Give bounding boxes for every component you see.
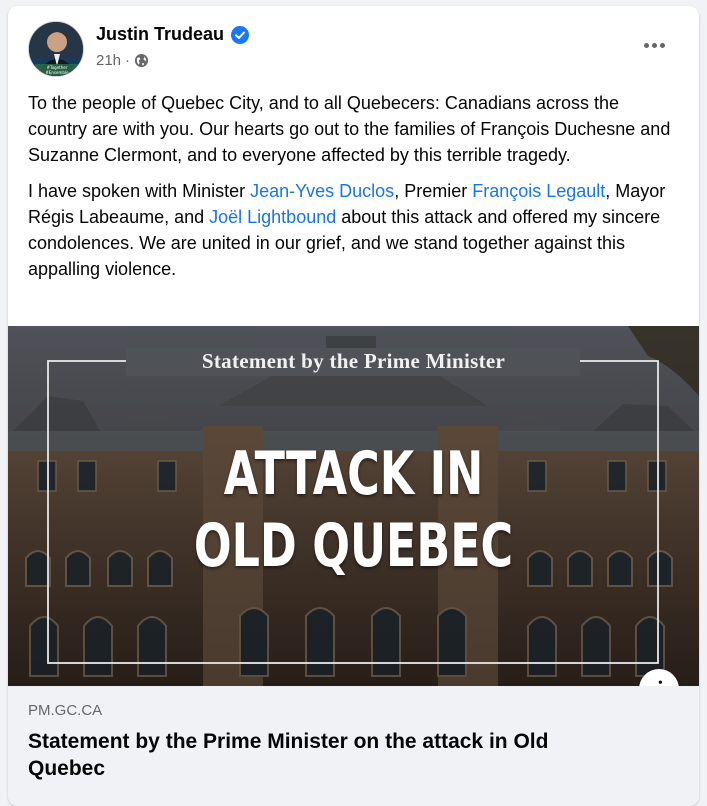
headline-line-1: ATTACK IN — [223, 439, 484, 509]
post-card: #Together #Ensemble Justin Trudeau 21h · — [8, 6, 699, 806]
post-message: To the people of Quebec City, and to all… — [28, 90, 682, 292]
link-title: Statement by the Prime Minister on the a… — [28, 730, 549, 780]
post-header: #Together #Ensemble Justin Trudeau 21h · — [8, 6, 699, 86]
mention-francois-legault[interactable]: François Legault — [472, 181, 605, 201]
headline-line-2: OLD QUEBEC — [193, 511, 514, 581]
more-options-icon — [643, 42, 649, 48]
meta-separator: · — [125, 52, 131, 69]
image-banner-title: Statement by the Prime Minister — [201, 349, 506, 373]
post-meta: 21h · — [96, 52, 149, 69]
svg-text:#Ensemble: #Ensemble — [46, 70, 70, 75]
author-name: Justin Trudeau — [96, 24, 225, 44]
link-preview[interactable]: PM.GC.CA Statement by the Prime Minister… — [8, 686, 699, 806]
more-options-button[interactable] — [637, 34, 671, 56]
image-headline: ATTACK IN OLD QUEBEC — [98, 438, 609, 582]
link-domain: PM.GC.CA — [28, 702, 103, 719]
post-image[interactable]: Statement by the Prime Minister ATTACK I… — [8, 326, 699, 686]
author-avatar[interactable]: #Together #Ensemble — [28, 21, 84, 77]
post-paragraph-1: To the people of Quebec City, and to all… — [28, 93, 671, 165]
mention-joel-lightbound[interactable]: Joël Lightbound — [209, 207, 336, 227]
mention-jean-yves-duclos[interactable]: Jean-Yves Duclos — [250, 181, 394, 201]
verified-badge-icon — [231, 25, 250, 44]
post-timestamp[interactable]: 21h — [96, 52, 121, 69]
globe-icon[interactable] — [134, 53, 149, 68]
author-name-link[interactable]: Justin Trudeau — [96, 24, 250, 45]
avatar-image: #Together #Ensemble — [29, 22, 83, 76]
post-paragraph-2: I have spoken with Minister Jean-Yves Du… — [28, 181, 666, 279]
